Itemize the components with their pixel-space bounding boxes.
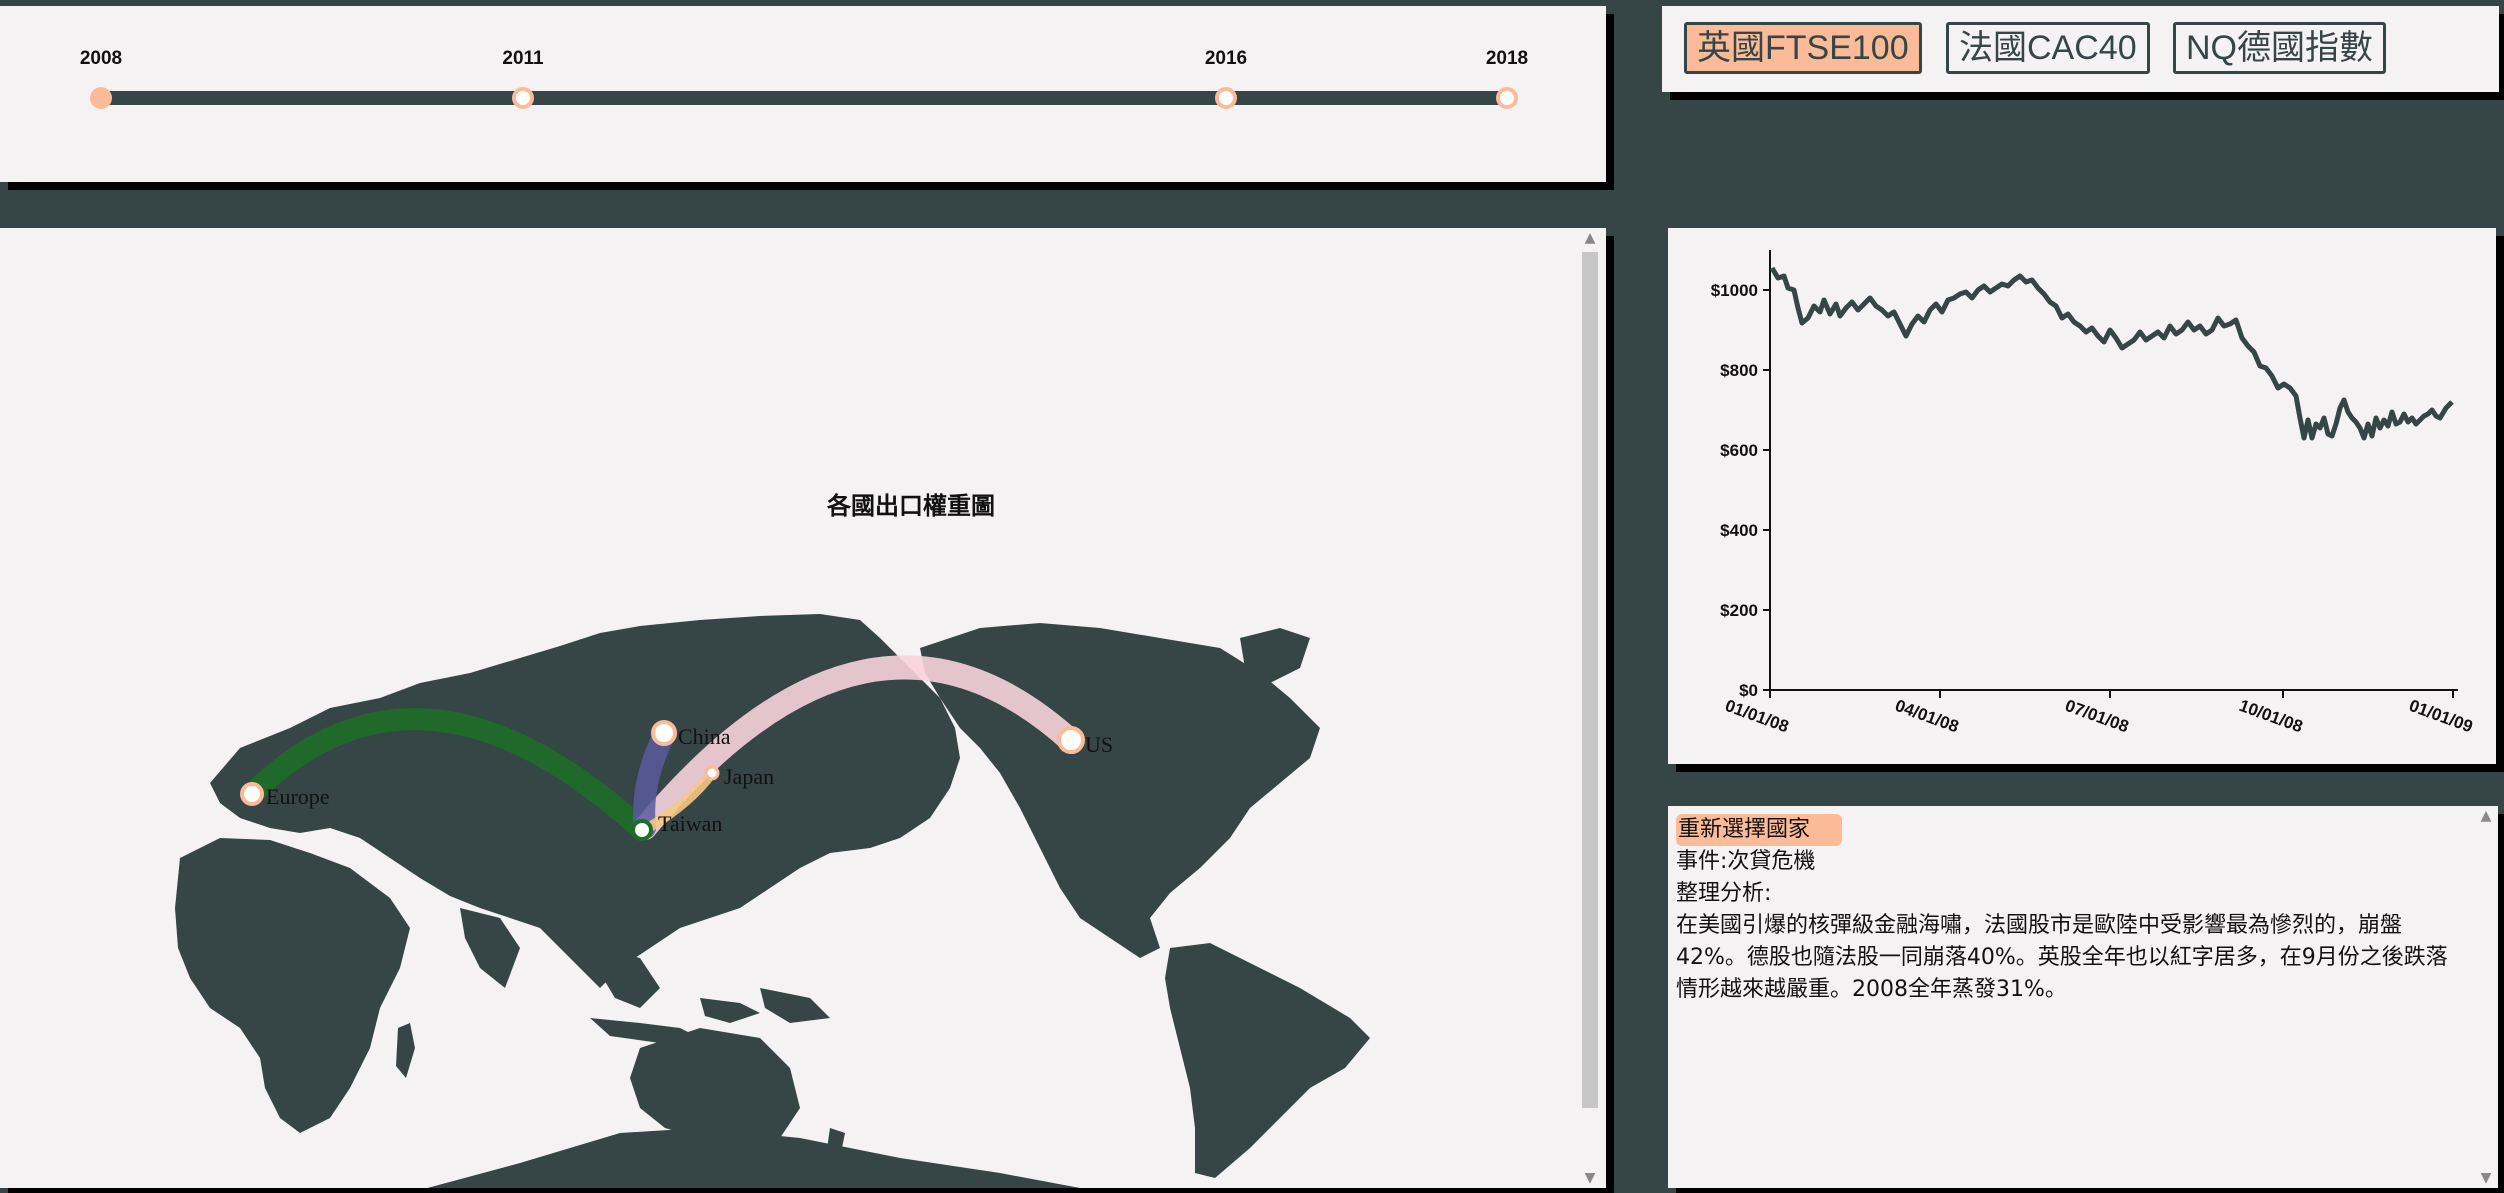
node-europe[interactable] [240, 782, 264, 806]
label-europe: Europe [266, 784, 330, 809]
timeline-year-2008: 2008 [79, 48, 123, 69]
y-tick-label: $400 [1720, 521, 1758, 540]
timeline-handle-2011[interactable] [512, 87, 534, 109]
y-tick-label: $1000 [1711, 281, 1758, 300]
reselect-country-button[interactable]: 重新選擇國家 [1676, 814, 1843, 846]
nq-germany-button[interactable]: NQ德國指數 [2173, 22, 2386, 74]
y-tick-label: $800 [1720, 361, 1758, 380]
analysis-text-block: 重新選擇國家 事件:次貸危機 整理分析: 在美國引爆的核彈級金融海嘯，法國股市是… [1676, 814, 2466, 1006]
price-chart-panel: $0 $200 $400 $600 $800 $1000 01/01/08 04… [1668, 228, 2496, 764]
index-selector-panel: 英國FTSE100 法國CAC40 NQ德國指數 [1662, 6, 2499, 92]
x-tick-label: 04/01/08 [1893, 696, 1962, 736]
node-china[interactable] [651, 720, 677, 746]
x-tick-label: 07/01/08 [2063, 696, 2132, 736]
timeline-handle-2008[interactable] [90, 87, 112, 109]
map-scrollbar[interactable]: ▲ ▼ [1580, 228, 1600, 1188]
timeline-year-2011: 2011 [502, 48, 544, 69]
y-tick-label: $200 [1720, 601, 1758, 620]
timeline-year-2016: 2016 [1204, 48, 1248, 69]
analysis-body: 在美國引爆的核彈級金融海嘯，法國股市是歐陸中受影響最為慘烈的，崩盤42%。德股也… [1676, 913, 2448, 1002]
timeline-year-2018: 2018 [1485, 48, 1529, 69]
y-tick-label: $0 [1739, 681, 1758, 700]
analysis-panel: 重新選擇國家 事件:次貸危機 整理分析: 在美國引爆的核彈級金融海嘯，法國股市是… [1668, 806, 2498, 1188]
node-japan[interactable] [704, 765, 720, 781]
label-taiwan: Taiwan [658, 811, 722, 836]
scroll-up-icon[interactable]: ▲ [2476, 808, 2496, 824]
scroll-down-icon[interactable]: ▼ [1580, 1170, 1600, 1186]
analysis-scrollbar[interactable]: ▲ ▼ [2476, 806, 2496, 1188]
timeline-handle-2018[interactable] [1496, 87, 1518, 109]
label-china: China [678, 724, 731, 749]
event-line: 事件:次貸危機 [1676, 849, 1816, 874]
x-tick-label: 01/01/08 [1723, 696, 1792, 736]
timeline-track[interactable] [100, 91, 1508, 105]
year-timeline-panel: 2008 2011 2016 2018 [0, 6, 1606, 182]
x-tick-label: 10/01/08 [2237, 696, 2306, 736]
scroll-down-icon[interactable]: ▼ [2476, 1170, 2496, 1186]
node-taiwan[interactable] [631, 819, 653, 841]
y-ticks: $0 $200 $400 $600 $800 $1000 [1711, 281, 1770, 700]
y-tick-label: $600 [1720, 441, 1758, 460]
price-line-chart: $0 $200 $400 $600 $800 $1000 01/01/08 04… [1711, 250, 2476, 736]
ftse100-button[interactable]: 英國FTSE100 [1684, 22, 1922, 74]
x-ticks: 01/01/08 04/01/08 07/01/08 10/01/08 01/0… [1723, 690, 2476, 736]
x-tick-label: 01/01/09 [2407, 696, 2476, 736]
map-scroll-thumb[interactable] [1582, 252, 1598, 1108]
analysis-heading: 整理分析: [1676, 881, 1772, 906]
map-title: 各國出口權重圖 [827, 493, 995, 520]
scroll-up-icon[interactable]: ▲ [1580, 230, 1600, 246]
world-map: Europe China Japan US Taiwan [175, 614, 1370, 1188]
cac40-button[interactable]: 法國CAC40 [1946, 22, 2150, 74]
export-weight-map-panel: Europe China Japan US Taiwan 各國出口權重圖 ▲ ▼ [0, 228, 1606, 1188]
timeline-handle-2016[interactable] [1215, 87, 1237, 109]
price-line [1769, 266, 2454, 441]
label-japan: Japan [724, 764, 774, 789]
node-us[interactable] [1057, 726, 1085, 754]
label-us: US [1085, 732, 1113, 757]
